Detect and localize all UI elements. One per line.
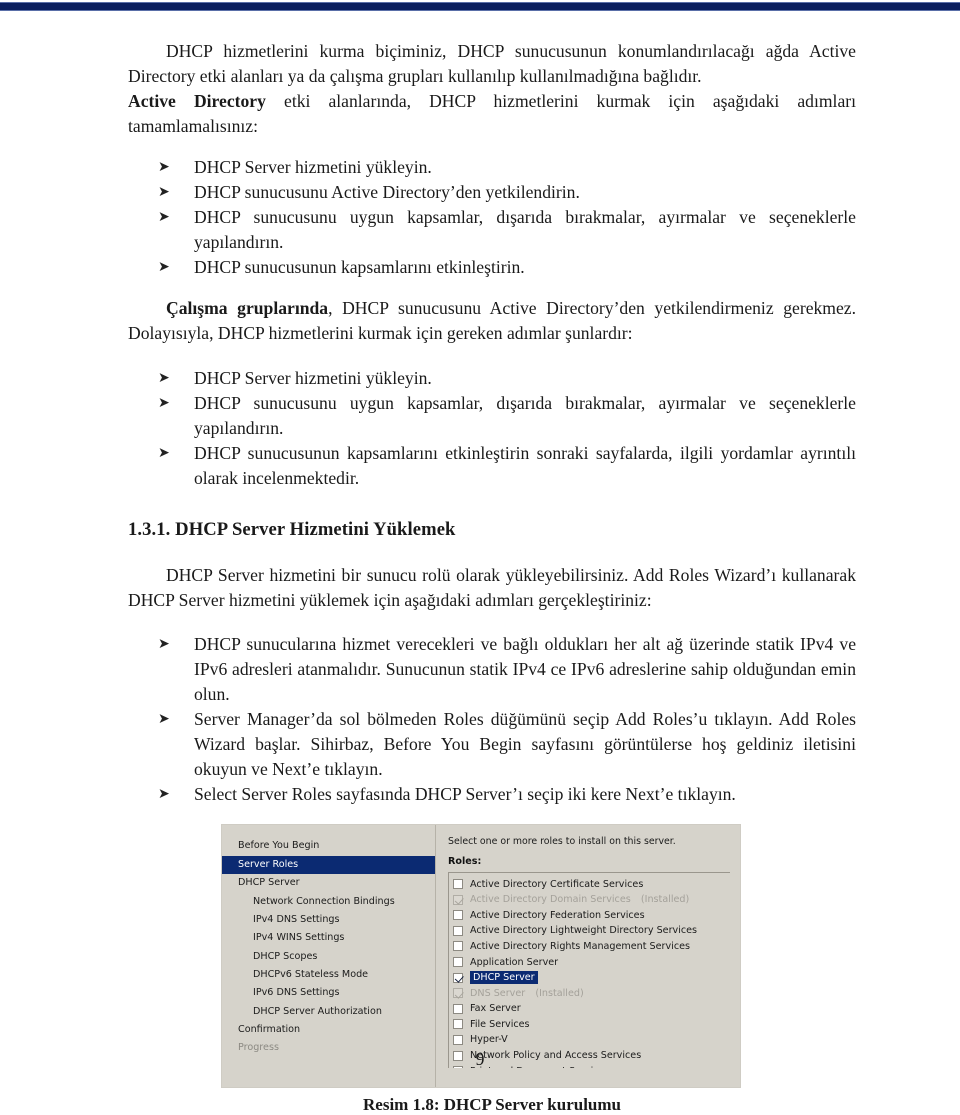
list-item: ➤ Select Server Roles sayfasında DHCP Ser… [128,782,856,807]
role-installed-suffix: (Installed) [535,987,584,999]
roles-listbox[interactable]: Active Directory Certificate Services Ac… [448,872,730,1069]
page-number: 9 [475,1049,485,1069]
wizard-step-nav: Before You Begin Server Roles DHCP Serve… [222,825,436,1088]
list-item-label: DHCP sunucusunu uygun kapsamlar, dışarıd… [194,392,856,438]
role-label: Active Directory Domain Services [470,894,631,906]
paragraph-workgroup: Çalışma gruplarında, DHCP sunucusunu Act… [128,296,856,346]
figure-caption: Resim 1.8: DHCP Server kurulumu [363,1095,621,1115]
arrow-bullet-icon: ➤ [158,258,170,275]
arrow-bullet-icon: ➤ [158,444,170,461]
role-label: Active Directory Rights Management Servi… [470,940,691,952]
role-label: DHCP Server [470,971,538,985]
wizard-nav-item-dhcp-server[interactable]: DHCP Server [222,874,435,892]
role-label: Active Directory Federation Services [470,909,645,921]
role-row: Active Directory Domain Services (Instal… [449,892,730,908]
arrow-bullet-icon: ➤ [158,394,170,411]
list-item-label: DHCP sunucusunun kapsamlarını etkinleşti… [194,442,856,488]
wizard-nav-item-dhcp-scopes[interactable]: DHCP Scopes [222,947,435,965]
paragraph-intro-2-bold: Active Directory [128,90,266,111]
role-label: Active Directory Certificate Services [470,878,644,890]
role-row: DNS Server (Installed) [449,985,730,1001]
list-workgroup-steps: ➤ DHCP Server hizmetini yükleyin. ➤ DHCP s… [128,366,856,491]
role-label: DNS Server [470,987,526,999]
document-page: DHCP hizmetlerini kurma biçiminiz, DHCP … [0,11,960,1114]
list-item: ➤ DHCP sunucusunu uygun kapsamlar, dışarı… [128,205,856,255]
checkbox-checked-icon[interactable] [453,972,463,983]
checkbox-checked-disabled-icon [453,894,463,905]
role-row-selected[interactable]: DHCP Server [449,970,730,986]
wizard-nav-item-before-you-begin[interactable]: Before You Begin [222,837,435,855]
role-label: Application Server [470,956,559,968]
role-row[interactable]: Active Directory Rights Management Servi… [449,939,730,955]
arrow-bullet-icon: ➤ [158,369,170,386]
arrow-bullet-icon: ➤ [158,183,170,200]
list-item: ➤ DHCP sunucularına hizmet verecekleri ve… [128,632,856,707]
list-item-label: Select Server Roles sayfasında DHCP Serv… [194,784,736,805]
list-item: ➤ DHCP Server hizmetini yükleyin. [128,366,856,391]
list-item-label: DHCP sunucusunu Active Directory’den yet… [194,181,580,202]
page-top-rule [0,2,960,11]
checkbox-icon[interactable] [453,1034,463,1045]
checkbox-icon[interactable] [453,941,463,952]
checkbox-checked-disabled-icon [453,988,463,999]
role-label: Fax Server [470,1003,521,1015]
arrow-bullet-icon: ➤ [158,208,170,225]
role-installed-suffix: (Installed) [640,894,690,906]
wizard-roles-label: Roles: [448,856,482,868]
list-item-label: DHCP Server hizmetini yükleyin. [194,367,432,388]
list-install-steps: ➤ DHCP sunucularına hizmet verecekleri ve… [128,632,856,807]
list-item-label: DHCP sunucusunu uygun kapsamlar, dışarıd… [194,206,856,252]
list-item: ➤ DHCP sunucusunun kapsamlarını etkinleşt… [128,255,856,280]
checkbox-icon[interactable] [453,957,463,968]
add-roles-wizard-screenshot: Before You Begin Server Roles DHCP Serve… [222,825,740,1088]
arrow-bullet-icon: ➤ [158,786,170,803]
wizard-nav-item-dhcp-server-authorization[interactable]: DHCP Server Authorization [222,1002,435,1020]
role-row[interactable]: Application Server [449,954,730,970]
role-row[interactable]: Active Directory Lightweight Directory S… [449,923,730,939]
list-active-directory-steps: ➤ DHCP Server hizmetini yükleyin. ➤ DHCP s… [128,155,856,280]
list-item: ➤ Server Manager’da sol bölmeden Roles dü… [128,707,856,782]
arrow-bullet-icon: ➤ [158,636,170,653]
paragraph-workgroup-bold: Çalışma gruplarında [166,297,329,318]
role-row[interactable]: Active Directory Federation Services [449,907,730,923]
arrow-bullet-icon: ➤ [158,711,170,728]
wizard-nav-item-dhcpv6-stateless-mode[interactable]: DHCPv6 Stateless Mode [222,966,435,984]
paragraph-intro-1: DHCP hizmetlerini kurma biçiminiz, DHCP … [128,41,856,86]
wizard-nav-item-ipv4-wins-settings[interactable]: IPv4 WINS Settings [222,929,435,947]
role-label: Hyper-V [470,1034,508,1046]
checkbox-icon[interactable] [453,1019,463,1030]
figure-wrapper: Before You Begin Server Roles DHCP Serve… [128,825,856,1088]
list-item: ➤ DHCP sunucusunu uygun kapsamlar, dışarı… [128,391,856,441]
checkbox-icon[interactable] [453,1003,463,1014]
wizard-nav-item-network-connection-bindings[interactable]: Network Connection Bindings [222,892,435,910]
wizard-nav-item-ipv6-dns-settings[interactable]: IPv6 DNS Settings [222,984,435,1002]
role-row[interactable]: Fax Server [449,1001,730,1017]
wizard-nav-item-confirmation[interactable]: Confirmation [222,1021,435,1039]
wizard-nav-item-server-roles[interactable]: Server Roles [222,855,435,874]
checkbox-icon[interactable] [453,879,463,890]
role-row[interactable]: Hyper-V [449,1032,730,1048]
section-heading: 1.3.1. DHCP Server Hizmetini Yüklemek [128,518,456,540]
role-label: Active Directory Lightweight Directory S… [470,925,698,937]
role-row[interactable]: Active Directory Certificate Services [449,876,730,892]
paragraph-intro-2: Active Directory etki alanlarında, DHCP … [128,89,856,139]
wizard-main-pane: Select one or more roles to install on t… [436,825,740,1088]
wizard-nav-item-ipv4-dns-settings[interactable]: IPv4 DNS Settings [222,911,435,929]
arrow-bullet-icon: ➤ [158,158,170,175]
checkbox-icon[interactable] [453,925,463,936]
list-item-label: DHCP sunucularına hizmet verecekleri ve … [194,634,856,705]
role-label: File Services [470,1018,530,1030]
list-item-label: DHCP Server hizmetini yükleyin. [194,156,432,177]
wizard-prompt-text: Select one or more roles to install on t… [448,836,676,848]
paragraph-install-intro: DHCP Server hizmetini bir sunucu rolü ol… [128,564,856,610]
list-item: ➤ DHCP sunucusunun kapsamlarını etkinleşt… [128,441,856,491]
list-item-label: Server Manager’da sol bölmeden Roles düğ… [194,709,856,780]
checkbox-icon[interactable] [453,910,463,921]
list-item: ➤ DHCP sunucusunu Active Directory’den ye… [128,180,856,205]
list-item: ➤ DHCP Server hizmetini yükleyin. [128,155,856,180]
list-item-label: DHCP sunucusunun kapsamlarını etkinleşti… [194,256,525,277]
role-row[interactable]: File Services [449,1017,730,1033]
